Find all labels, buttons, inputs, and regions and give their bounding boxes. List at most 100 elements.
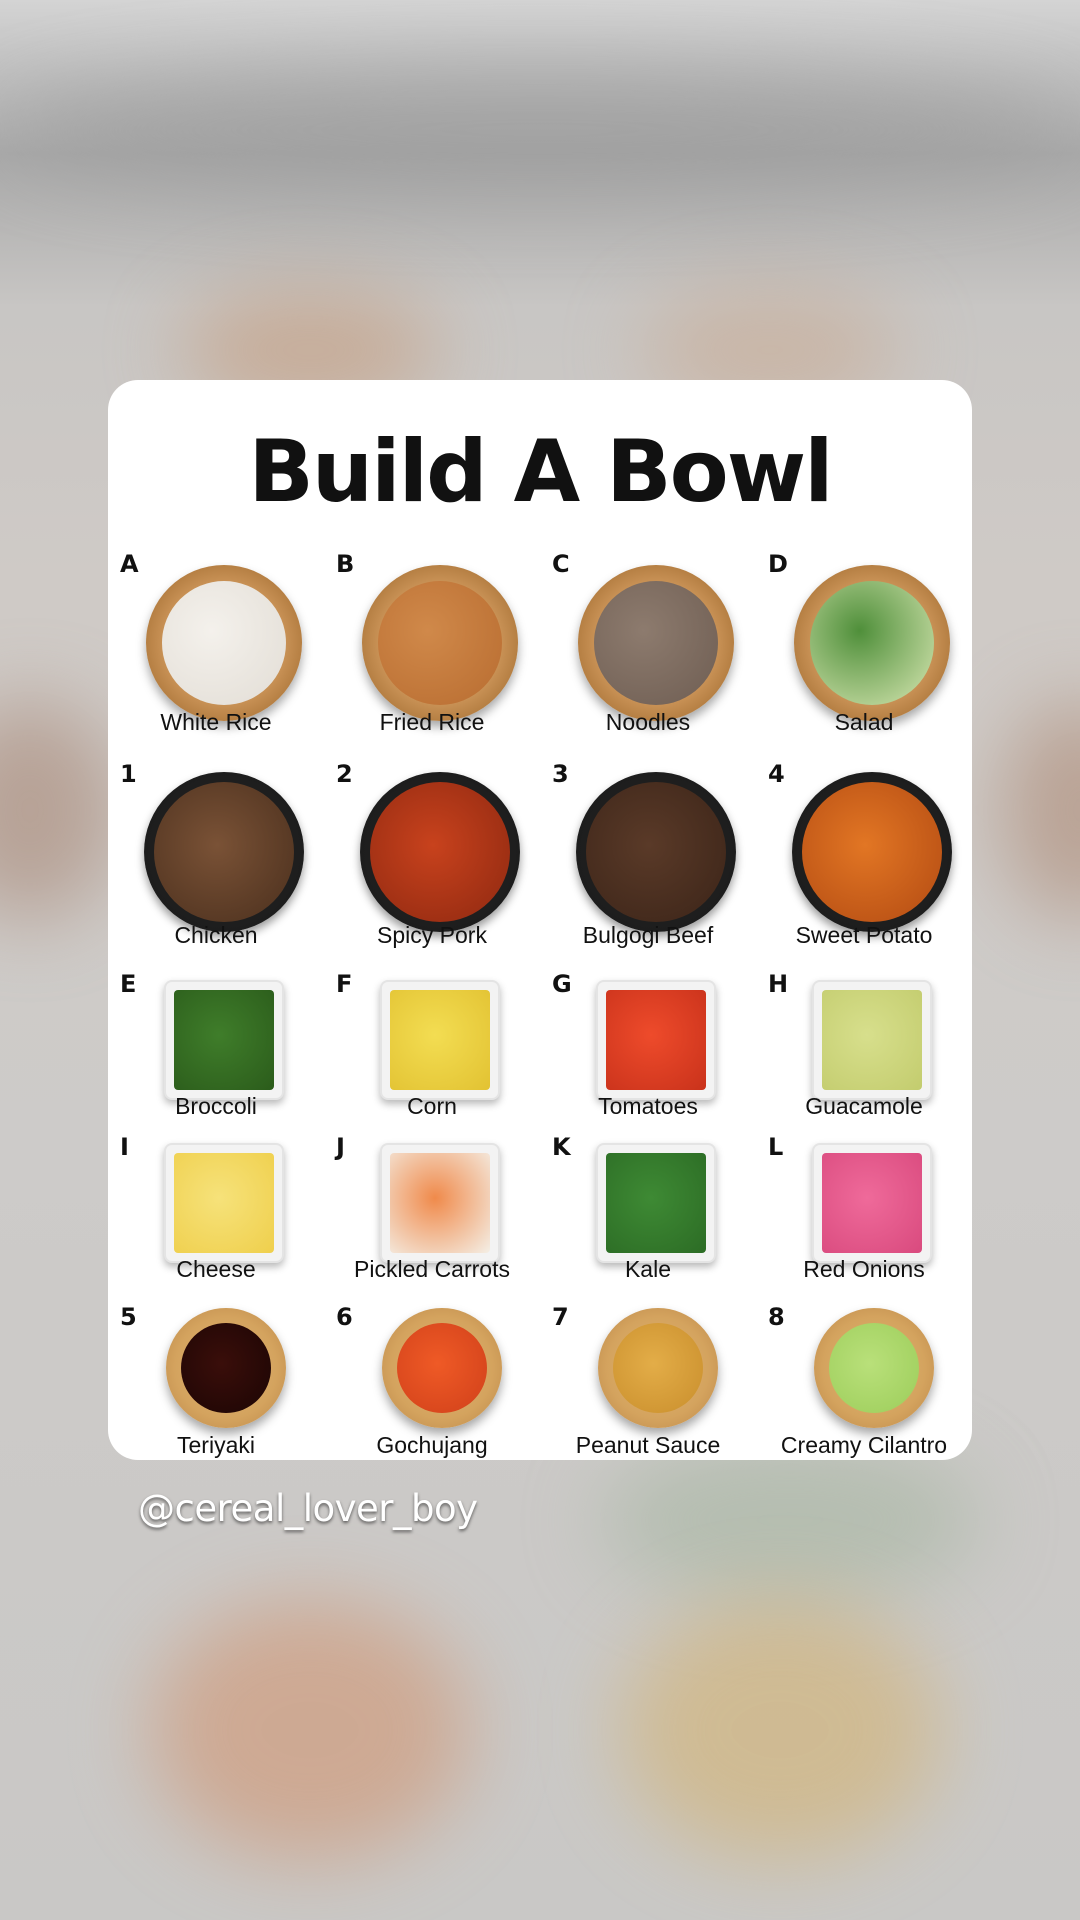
item-badge: 4 bbox=[768, 760, 785, 788]
ingredient-item[interactable]: I Cheese bbox=[108, 1133, 324, 1303]
salad-bowl-icon bbox=[794, 565, 950, 721]
ingredient-item[interactable]: B Fried Rice bbox=[324, 550, 540, 760]
item-badge: D bbox=[768, 550, 788, 578]
item-badge: C bbox=[552, 550, 570, 578]
ingredient-label: Pickled Carrots bbox=[354, 1256, 510, 1282]
food-fill bbox=[370, 782, 510, 922]
ingredient-item[interactable]: 2 Spicy Pork bbox=[324, 760, 540, 970]
item-badge: 5 bbox=[120, 1303, 137, 1331]
food-fill bbox=[594, 581, 718, 705]
spicy-pork-pan-icon bbox=[360, 772, 520, 932]
ingredient-item[interactable]: H Guacamole bbox=[756, 970, 972, 1133]
item-badge: J bbox=[336, 1133, 345, 1161]
ingredient-item[interactable]: F Corn bbox=[324, 970, 540, 1133]
ingredient-item[interactable]: L Red Onions bbox=[756, 1133, 972, 1303]
chicken-pan-icon bbox=[144, 772, 304, 932]
ingredient-label: Chicken bbox=[174, 922, 258, 948]
ingredient-label: Peanut Sauce bbox=[575, 1432, 721, 1458]
item-badge: 8 bbox=[768, 1303, 785, 1331]
ingredient-item[interactable]: 5 Teriyaki bbox=[108, 1303, 324, 1460]
cheese-dish-icon bbox=[164, 1143, 284, 1263]
ingredient-item[interactable]: C Noodles bbox=[540, 550, 756, 760]
ingredient-item[interactable]: 1 Chicken bbox=[108, 760, 324, 970]
food-fill bbox=[390, 1153, 490, 1253]
food-fill bbox=[378, 581, 502, 705]
broccoli-dish-icon bbox=[164, 980, 284, 1100]
ingredient-item[interactable]: 8 Creamy Cilantro bbox=[756, 1303, 972, 1460]
food-fill bbox=[162, 581, 286, 705]
food-fill bbox=[397, 1323, 487, 1413]
item-badge: B bbox=[336, 550, 355, 578]
ingredient-label: Corn bbox=[407, 1093, 457, 1119]
food-fill bbox=[606, 1153, 706, 1253]
kale-dish-icon bbox=[596, 1143, 716, 1263]
ingredient-label: Spicy Pork bbox=[377, 922, 487, 948]
teriyaki-sauce-icon bbox=[166, 1308, 286, 1428]
food-fill bbox=[390, 990, 490, 1090]
page-title: Build A Bowl bbox=[248, 422, 833, 522]
food-fill bbox=[613, 1323, 703, 1413]
food-fill bbox=[174, 1153, 274, 1253]
ingredient-item[interactable]: G Tomatoes bbox=[540, 970, 756, 1133]
ingredient-label: Teriyaki bbox=[177, 1432, 255, 1458]
ingredient-label: Tomatoes bbox=[598, 1093, 698, 1119]
username-handle[interactable]: @cereal_lover_boy bbox=[138, 1487, 478, 1530]
sweet-potato-pan-icon bbox=[792, 772, 952, 932]
item-badge: F bbox=[336, 970, 353, 998]
ingredient-item[interactable]: K Kale bbox=[540, 1133, 756, 1303]
ingredient-label: Cheese bbox=[176, 1256, 256, 1282]
ingredient-item[interactable]: 6 Gochujang bbox=[324, 1303, 540, 1460]
ingredient-label: Salad bbox=[834, 709, 894, 735]
item-badge: 1 bbox=[120, 760, 137, 788]
ingredient-label: Kale bbox=[624, 1256, 672, 1282]
ingredient-item[interactable]: 4 Sweet Potato bbox=[756, 760, 972, 970]
food-fill bbox=[802, 782, 942, 922]
ingredient-item[interactable]: A White Rice bbox=[108, 550, 324, 760]
ingredient-label: Fried Rice bbox=[379, 709, 485, 735]
item-badge: E bbox=[120, 970, 137, 998]
peanut-sauce-icon bbox=[598, 1308, 718, 1428]
guacamole-dish-icon bbox=[812, 980, 932, 1100]
ingredient-label: Guacamole bbox=[805, 1093, 923, 1119]
tomatoes-dish-icon bbox=[596, 980, 716, 1100]
item-badge: K bbox=[552, 1133, 571, 1161]
ingredient-label: Creamy Cilantro bbox=[780, 1432, 948, 1458]
food-fill bbox=[606, 990, 706, 1090]
item-badge: G bbox=[552, 970, 572, 998]
food-fill bbox=[822, 1153, 922, 1253]
food-fill bbox=[810, 581, 934, 705]
gochujang-sauce-icon bbox=[382, 1308, 502, 1428]
ingredient-label: White Rice bbox=[160, 709, 272, 735]
noodles-bowl-icon bbox=[578, 565, 734, 721]
ingredient-label: Gochujang bbox=[376, 1432, 488, 1458]
food-fill bbox=[586, 782, 726, 922]
red-onions-dish-icon bbox=[812, 1143, 932, 1263]
item-badge: H bbox=[768, 970, 789, 998]
ingredient-item[interactable]: 3 Bulgogi Beef bbox=[540, 760, 756, 970]
fried-rice-bowl-icon bbox=[362, 565, 518, 721]
ingredient-label: Broccoli bbox=[175, 1093, 257, 1119]
item-badge: I bbox=[120, 1133, 129, 1161]
item-badge: L bbox=[768, 1133, 784, 1161]
pickled-carrots-dish-icon bbox=[380, 1143, 500, 1263]
ingredient-item[interactable]: D Salad bbox=[756, 550, 972, 760]
bulgogi-beef-pan-icon bbox=[576, 772, 736, 932]
ingredient-label: Sweet Potato bbox=[795, 922, 933, 948]
food-fill bbox=[174, 990, 274, 1090]
item-badge: 3 bbox=[552, 760, 569, 788]
item-badge: 6 bbox=[336, 1303, 353, 1331]
food-fill bbox=[181, 1323, 271, 1413]
creamy-cilantro-sauce-icon bbox=[814, 1308, 934, 1428]
ingredient-item[interactable]: J Pickled Carrots bbox=[324, 1133, 540, 1303]
ingredient-item[interactable]: 7 Peanut Sauce bbox=[540, 1303, 756, 1460]
build-a-bowl-card: Build A Bowl A White Rice B Fried Rice C Nood… bbox=[108, 380, 972, 1460]
food-fill bbox=[154, 782, 294, 922]
ingredient-label: Red Onions bbox=[803, 1256, 925, 1282]
item-badge: A bbox=[120, 550, 139, 578]
ingredient-item[interactable]: E Broccoli bbox=[108, 970, 324, 1133]
ingredient-label: Noodles bbox=[605, 709, 691, 735]
white-rice-bowl-icon bbox=[146, 565, 302, 721]
food-fill bbox=[822, 990, 922, 1090]
ingredient-label: Bulgogi Beef bbox=[582, 922, 714, 948]
corn-dish-icon bbox=[380, 980, 500, 1100]
